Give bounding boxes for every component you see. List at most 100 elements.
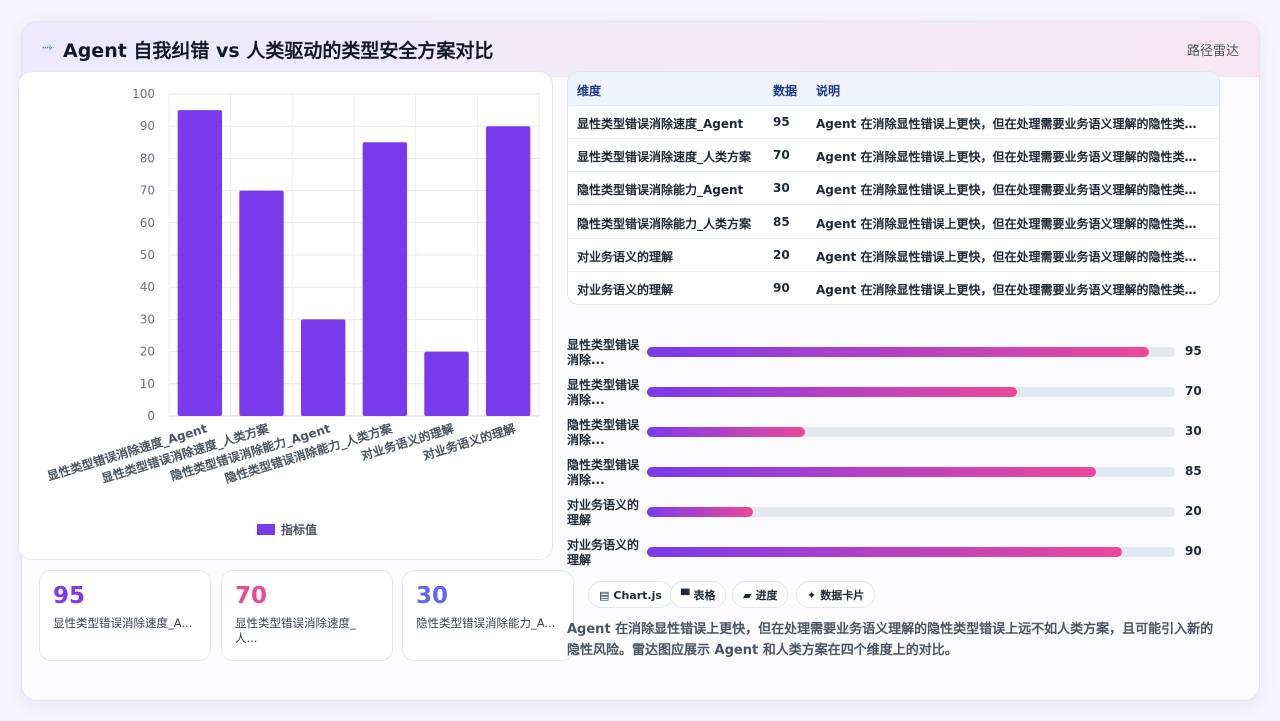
legend-swatch (257, 524, 275, 535)
progress-row: 对业务语义的理解 90 (567, 538, 1218, 572)
badge-card: ✦ 数据卡片 (796, 581, 876, 608)
stat-label: 隐性类型错误消除能力_A... (416, 616, 556, 630)
y-tick-label: 20 (140, 345, 155, 359)
progress-fill (647, 347, 1149, 357)
table-cell-desc: Agent 在消除显性错误上更快，但在处理需要业务语义理解的隐性类型... (816, 183, 1206, 198)
table-cell-desc: Agent 在消除显性错误上更快，但在处理需要业务语义理解的隐性类型... (816, 283, 1206, 297)
stat-card: 95 显性类型错误消除速度_A... (39, 570, 211, 661)
badge-label: 表格 (693, 589, 716, 602)
y-tick-label: 60 (140, 216, 155, 230)
stat-card: 30 隐性类型错误消除能力_A... (402, 570, 574, 661)
card-icon: ✦ (807, 589, 817, 602)
stat-card: 70 显性类型错误消除速度_人... (221, 570, 393, 661)
summary-note: Agent 在消除显性错误上更快，但在处理需要业务语义理解的隐性类型错误上远不如… (567, 622, 1214, 658)
progress-row: 显性类型错误消除... 95 (567, 338, 1218, 372)
table-icon: ▀ (681, 589, 690, 602)
page-title: Agent 自我纠错 vs 人类驱动的类型安全方案对比 (63, 40, 494, 62)
progress-fill (647, 547, 1123, 557)
bar (424, 351, 469, 416)
y-tick-label: 50 (140, 248, 155, 262)
progress-value: 30 (1185, 424, 1202, 438)
progress-value: 95 (1185, 344, 1202, 358)
badge-label: 数据卡片 (820, 589, 865, 602)
table-cell-dimension: 隐性类型错误消除能力_Agent (577, 183, 744, 198)
progress-label: 显性类型错误消除... (567, 338, 640, 367)
progress-value: 70 (1185, 384, 1202, 398)
progress-label: 隐性类型错误消除... (567, 458, 640, 487)
progress-row: 隐性类型错误消除... 85 (567, 458, 1218, 492)
progress-track (647, 507, 1175, 517)
table-cell-dimension: 隐性类型错误消除能力_人类方案 (577, 216, 752, 231)
table-row: 隐性类型错误消除能力_Agent 30 Agent 在消除显性错误上更快，但在处理需… (568, 171, 1219, 206)
progress-row: 对业务语义的理解 20 (567, 498, 1218, 532)
stat-label: 显性类型错误消除速度_A... (53, 616, 193, 630)
progress-value: 20 (1185, 504, 1202, 518)
progress-value: 90 (1185, 544, 1202, 558)
bar (177, 110, 223, 416)
bar (300, 319, 346, 416)
data-table: 维度 数据 说明 显性类型错误消除速度_Agent 95 Agent 在消除显性错误… (567, 71, 1220, 305)
y-tick-label: 0 (147, 409, 155, 423)
y-tick-label: 100 (132, 87, 155, 101)
table-row: 显性类型错误消除速度_人类方案 70 Agent 在消除显性错误上更快，但在处理需要… (568, 138, 1219, 173)
progress-fill (647, 427, 806, 437)
table-header-row: 维度 数据 说明 (568, 72, 1219, 106)
y-tick-label: 90 (140, 119, 155, 133)
y-tick-label: 80 (140, 151, 155, 165)
progress-label: 显性类型错误消除... (567, 378, 640, 407)
stat-label: 显性类型错误消除速度_人... (235, 616, 356, 645)
bar-chart: 0102030405060708090100显性类型错误消除速度_Agent显性… (45, 87, 540, 537)
y-tick-label: 70 (140, 184, 155, 198)
chart-panel: 0 10 20 30 40 50 60 70 80 90 100 显性类型错误消除速度_Agent 显性… (18, 71, 553, 560)
y-tick-label: 10 (140, 377, 155, 391)
table-row: 对业务语义的理解 90 Agent 在消除显性错误上更快，但在处理需要业务语义理解的… (568, 271, 1219, 304)
table-row: 显性类型错误消除速度_Agent 95 Agent 在消除显性错误上更快，但在处理需… (568, 105, 1219, 139)
y-tick-label: 30 (140, 312, 155, 326)
table-cell-dimension: 对业务语义的理解 (577, 283, 674, 297)
progress-track (647, 427, 1175, 437)
bar (362, 142, 408, 417)
y-tick-label: 40 (140, 280, 155, 294)
badge-label: 进度 (755, 589, 778, 602)
bar (239, 190, 284, 416)
progress-label: 对业务语义的理解 (567, 538, 640, 567)
table-cell-dimension: 对业务语义的理解 (577, 249, 674, 264)
progress-value: 85 (1185, 464, 1202, 478)
progress-icon: ▰ (743, 589, 752, 602)
progress-row: 隐性类型错误消除... 30 (567, 418, 1218, 452)
progress-label: 对业务语义的理解 (567, 498, 640, 527)
chart-icon: ▤ (599, 589, 610, 602)
table-cell-dimension: 显性类型错误消除速度_Agent (577, 117, 744, 131)
header-bar: ⤑ Agent 自我纠错 vs 人类驱动的类型安全方案对比 路径雷达 (22, 22, 1259, 77)
badge-label: Chart.js (613, 589, 662, 602)
table-cell-desc: Agent 在消除显性错误上更快，但在处理需要业务语义理解的隐性类型... (816, 249, 1206, 264)
progress-track (647, 547, 1175, 557)
arrow-logo-icon: ⤑ (42, 40, 53, 55)
table-cell-value: 70 (773, 148, 790, 163)
stat-value: 30 (416, 583, 449, 609)
table-cell-value: 95 (773, 115, 790, 129)
badge-progress: ▰ 进度 (732, 581, 789, 608)
badge-chart: ▤ Chart.js (588, 581, 673, 608)
legend-label: 指标值 (281, 522, 317, 537)
progress-track (647, 387, 1175, 397)
stat-value: 95 (53, 583, 86, 609)
progress-fill (647, 507, 753, 517)
table-header-desc: 说明 (816, 84, 841, 98)
progress-fill (647, 467, 1096, 477)
table-cell-value: 20 (773, 247, 790, 262)
stat-value: 70 (235, 583, 268, 609)
progress-label: 隐性类型错误消除... (567, 418, 640, 447)
table-cell-desc: Agent 在消除显性错误上更快，但在处理需要业务语义理解的隐性类型... (816, 117, 1206, 131)
progress-row: 显性类型错误消除... 70 (567, 378, 1218, 412)
progress-track (647, 347, 1175, 357)
table-row: 隐性类型错误消除能力_人类方案 85 Agent 在消除显性错误上更快，但在处理需要… (568, 205, 1219, 239)
badge-table: ▀ 表格 (670, 581, 727, 608)
table-cell-value: 85 (773, 214, 790, 229)
table-header-data: 数据 (773, 84, 798, 98)
table-cell-desc: Agent 在消除显性错误上更快，但在处理需要业务语义理解的隐性类型... (816, 216, 1206, 231)
progress-fill (647, 387, 1017, 397)
table-header-dimension: 维度 (577, 84, 602, 98)
table-cell-desc: Agent 在消除显性错误上更快，但在处理需要业务语义理解的隐性类型... (816, 150, 1206, 165)
progress-track (647, 467, 1175, 477)
